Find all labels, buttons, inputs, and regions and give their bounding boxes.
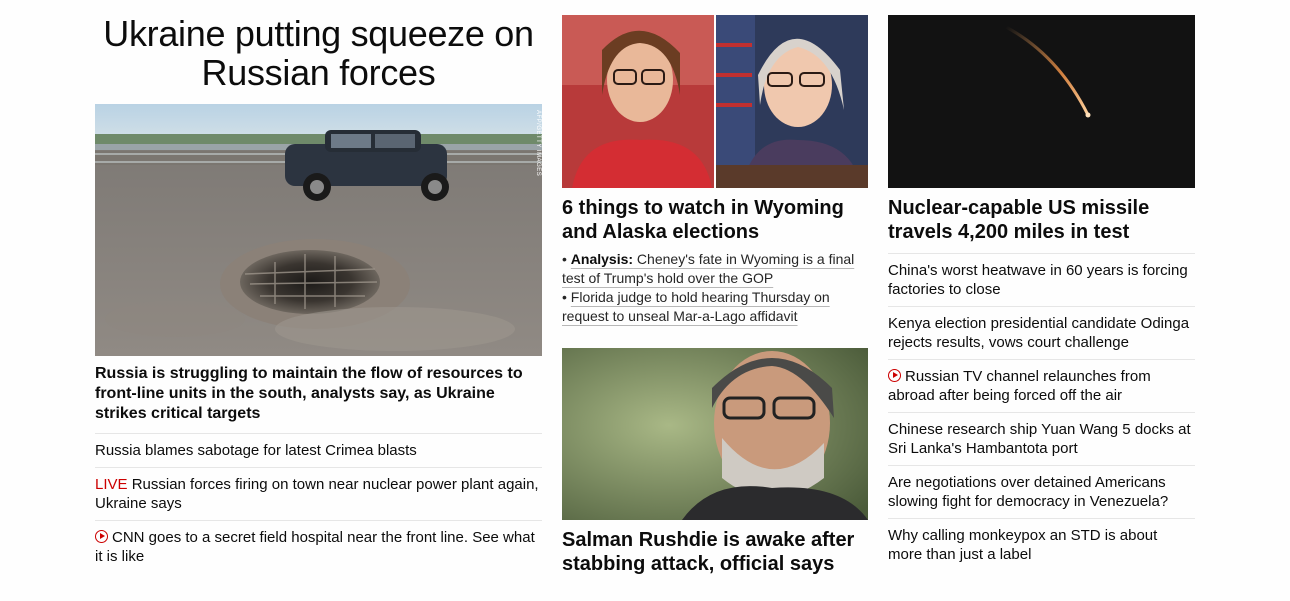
list-item[interactable]: LIVE Russian forces firing on town near … <box>95 467 542 520</box>
right-column: Nuclear-capable US missile travels 4,200… <box>888 0 1195 571</box>
image-credit: AFP/GETTY IMAGES <box>535 110 541 177</box>
list-item-text: Florida judge to hold hearing Thursday o… <box>562 289 830 324</box>
list-item[interactable]: Russian TV channel relaunches from abroa… <box>888 359 1195 412</box>
list-item-text: Kenya election presidential candidate Od… <box>888 315 1190 351</box>
list-item-text: CNN goes to a secret field hospital near… <box>95 529 535 565</box>
cnn-news-section: Ukraine putting squeeze on Russian force… <box>0 0 1290 601</box>
missile-photo <box>888 15 1195 188</box>
list-item-text: Russian forces firing on town near nucle… <box>95 476 539 512</box>
list-item-text: Russia blames sabotage for latest Crimea… <box>95 442 417 459</box>
list-item[interactable]: Chinese research ship Yuan Wang 5 docks … <box>888 412 1195 465</box>
list-item-text: Are negotiations over detained Americans… <box>888 474 1169 510</box>
lead-image-crater-road[interactable]: AFP/GETTY IMAGES <box>95 104 542 356</box>
list-item[interactable]: • Florida judge to hold hearing Thursday… <box>562 288 868 326</box>
list-item[interactable]: Russia blames sabotage for latest Crimea… <box>95 433 542 467</box>
middle-column: 6 things to watch in Wyoming and Alaska … <box>562 0 868 576</box>
palin-cheney-image[interactable] <box>562 15 868 188</box>
right-related-list: China's worst heatwave in 60 years is fo… <box>888 253 1195 571</box>
lead-related-list: Russia blames sabotage for latest Crimea… <box>95 433 542 573</box>
list-item[interactable]: Kenya election presidential candidate Od… <box>888 306 1195 359</box>
video-play-icon <box>888 369 901 382</box>
rushdie-image[interactable] <box>562 348 868 520</box>
rushdie-photo <box>562 348 868 520</box>
missile-headline[interactable]: Nuclear-capable US missile travels 4,200… <box>888 196 1195 244</box>
list-item[interactable]: • Analysis: Cheney's fate in Wyoming is … <box>562 250 868 288</box>
missile-image[interactable] <box>888 15 1195 188</box>
wyoming-alaska-headline[interactable]: 6 things to watch in Wyoming and Alaska … <box>562 196 868 244</box>
list-item-text: Russian TV channel relaunches from abroa… <box>888 368 1151 404</box>
analysis-label: Analysis: <box>570 251 634 267</box>
list-item[interactable]: Why calling monkeypox an STD is about mo… <box>888 518 1195 571</box>
list-item-text: Why calling monkeypox an STD is about mo… <box>888 527 1158 563</box>
lead-headline[interactable]: Ukraine putting squeeze on Russian force… <box>95 14 542 92</box>
palin-cheney-photo <box>562 15 868 188</box>
list-item-text: Chinese research ship Yuan Wang 5 docks … <box>888 421 1191 457</box>
list-item[interactable]: China's worst heatwave in 60 years is fo… <box>888 253 1195 306</box>
rushdie-headline[interactable]: Salman Rushdie is awake after stabbing a… <box>562 528 868 576</box>
list-item[interactable]: CNN goes to a secret field hospital near… <box>95 520 542 573</box>
lead-summary-link[interactable]: Russia is struggling to maintain the flo… <box>95 364 542 424</box>
list-item-text: China's worst heatwave in 60 years is fo… <box>888 262 1188 298</box>
lead-column: Ukraine putting squeeze on Russian force… <box>95 0 542 573</box>
live-label: LIVE <box>95 476 128 493</box>
wyoming-related-list: • Analysis: Cheney's fate in Wyoming is … <box>562 250 868 326</box>
list-item[interactable]: Are negotiations over detained Americans… <box>888 465 1195 518</box>
video-play-icon <box>95 530 108 543</box>
lead-photo <box>95 104 542 356</box>
